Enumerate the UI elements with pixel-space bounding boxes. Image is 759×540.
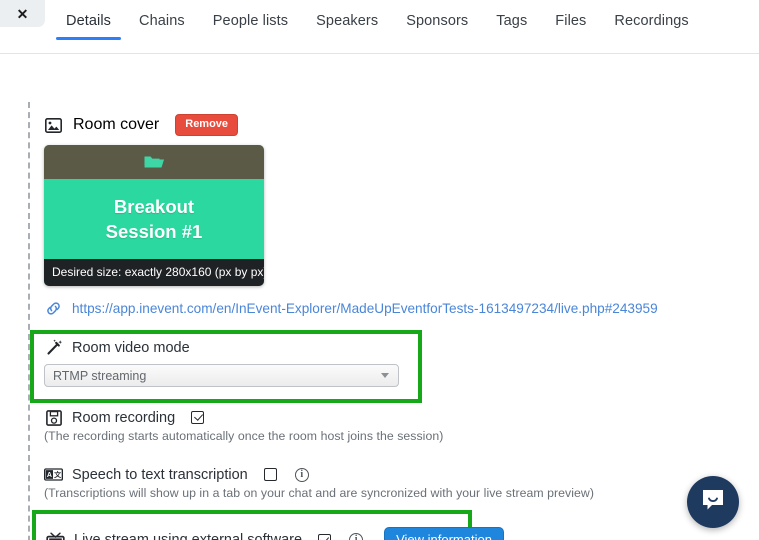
tab-label: People lists (212, 13, 289, 29)
tab-chains[interactable]: Chains (125, 13, 199, 40)
room-video-mode-header: Room video mode (44, 339, 414, 356)
tab-sponsors[interactable]: Sponsors (392, 13, 482, 40)
room-recording-checkbox[interactable] (191, 411, 205, 424)
room-video-mode-select[interactable]: RTMP streaming (44, 364, 399, 387)
room-cover-label: Room cover (73, 116, 160, 133)
link-icon (44, 300, 63, 317)
tab-label: Sponsors (406, 13, 469, 29)
tab-label: Files (555, 13, 587, 29)
tab-details[interactable]: Details (52, 13, 125, 40)
room-video-mode-section: Room video mode RTMP streaming (44, 339, 414, 387)
tab-label: Chains (139, 13, 185, 29)
room-video-mode-label: Room video mode (72, 339, 190, 356)
tab-label: Recordings (614, 13, 689, 29)
room-recording-description: (The recording starts automatically once… (44, 429, 444, 443)
room-recording-header: Room recording (44, 409, 443, 426)
magic-wand-icon (44, 339, 63, 356)
live-stream-label: Live stream using external software (74, 532, 303, 540)
chevron-down-icon (381, 373, 389, 378)
image-icon (44, 117, 63, 134)
room-video-mode-value: RTMP streaming (53, 368, 147, 383)
room-recording-label: Room recording (72, 409, 176, 426)
cover-size-hint: Desired size: exactly 280x160 (px by px) (44, 259, 264, 286)
cover-upload-bar[interactable] (44, 145, 264, 179)
cover-title: Breakout Session #1 (44, 179, 264, 259)
room-recording-section: Room recording (The recording starts aut… (44, 409, 444, 444)
speech-to-text-description: (Transcriptions will show up in a tab on… (44, 486, 594, 500)
speech-to-text-header: A 文 Speech to text transcription i (44, 466, 594, 483)
view-information-button[interactable]: View information (384, 527, 504, 540)
svg-text:A: A (47, 472, 52, 479)
tab-files[interactable]: Files (541, 13, 600, 40)
tab-people-lists[interactable]: People lists (199, 13, 302, 40)
svg-text:文: 文 (54, 470, 62, 479)
room-cover-preview[interactable]: Breakout Session #1 Desired size: exactl… (44, 145, 264, 286)
live-stream-header: Live stream using external software i Vi… (46, 527, 504, 540)
room-cover-section: Room cover Remove Breakout Session #1 De… (44, 114, 264, 286)
speech-to-text-checkbox[interactable] (263, 468, 277, 481)
tab-bar: Details Chains People lists Speakers Spo… (52, 13, 703, 40)
room-settings-panel: ✕ Details Chains People lists Speakers S… (0, 0, 759, 540)
chat-bubble-icon (700, 487, 726, 518)
live-stream-section: Live stream using external software i Vi… (46, 527, 504, 540)
info-icon[interactable]: i (294, 467, 309, 482)
remove-cover-button[interactable]: Remove (175, 114, 239, 136)
room-link-row: https://app.inevent.com/en/InEvent-Explo… (44, 300, 658, 317)
room-cover-header: Room cover Remove (44, 114, 264, 136)
chat-launcher-button[interactable] (687, 476, 739, 528)
timeline-rail (28, 102, 30, 540)
speech-to-text-label: Speech to text transcription (72, 466, 248, 483)
tab-recordings[interactable]: Recordings (600, 13, 702, 40)
top-bar: ✕ Details Chains People lists Speakers S… (0, 0, 759, 54)
folder-icon (143, 154, 165, 170)
speech-to-text-section: A 文 Speech to text transcription i (Tran… (44, 466, 594, 501)
cover-title-line2: Session #1 (105, 220, 203, 242)
tab-label: Tags (496, 13, 528, 29)
translate-icon: A 文 (44, 466, 63, 483)
close-button[interactable]: ✕ (0, 0, 45, 27)
tab-label: Speakers (316, 13, 379, 29)
tab-speakers[interactable]: Speakers (302, 13, 392, 40)
tab-label: Details (66, 13, 112, 29)
settings-body: Room cover Remove Breakout Session #1 De… (0, 54, 759, 540)
tab-tags[interactable]: Tags (482, 13, 541, 40)
close-icon: ✕ (16, 5, 29, 22)
room-link[interactable]: https://app.inevent.com/en/InEvent-Explo… (72, 301, 658, 316)
info-icon[interactable]: i (349, 533, 364, 540)
cover-title-line1: Breakout (113, 196, 195, 218)
save-icon (44, 409, 63, 426)
television-icon (46, 532, 65, 540)
live-stream-checkbox[interactable] (318, 533, 332, 540)
